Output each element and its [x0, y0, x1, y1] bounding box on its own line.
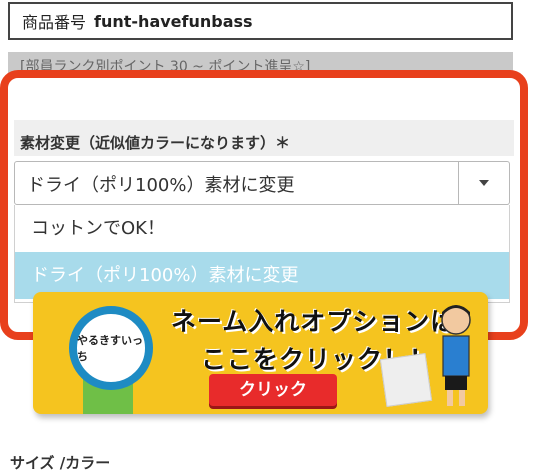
- chevron-down-icon: [479, 180, 489, 186]
- product-number-label: 商品番号: [22, 13, 87, 32]
- product-number-box: 商品番号 funt-havefunbass: [8, 2, 513, 40]
- badge-text: やるきすいっち: [77, 334, 143, 363]
- name-entry-banner[interactable]: やるきすいっち ネーム入れオプションは ここをクリック！！ クリック: [33, 292, 488, 414]
- dropdown-option-cotton[interactable]: コットンでOK！: [15, 205, 509, 252]
- material-dropdown-list: コットンでOK！ ドライ（ポリ100%）素材に変更: [14, 205, 510, 303]
- switch-badge-icon: やるきすいっち: [69, 306, 153, 390]
- shirt-image: [379, 353, 433, 407]
- material-select[interactable]: ドライ（ポリ100%）素材に変更: [14, 161, 510, 205]
- product-number-code: funt-havefunbass: [94, 11, 253, 31]
- banner-title-line1: ネーム入れオプションは: [171, 307, 457, 336]
- select-arrow[interactable]: [458, 162, 509, 204]
- player-illustration: [441, 305, 471, 406]
- click-button[interactable]: クリック: [209, 374, 337, 406]
- material-option-label: 素材変更（近似値カラーになります）＊: [20, 134, 291, 152]
- material-select-value: ドライ（ポリ100%）素材に変更: [27, 175, 295, 196]
